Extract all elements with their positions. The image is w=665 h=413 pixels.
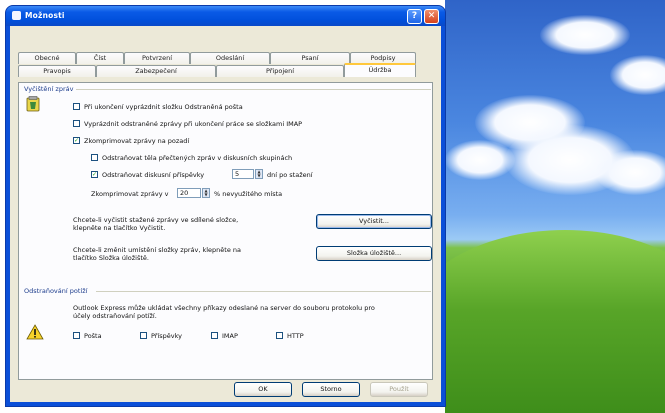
help-button[interactable]: ? xyxy=(407,9,422,24)
app-icon xyxy=(12,11,21,20)
store-folder-button[interactable]: Složka úložiště... xyxy=(316,246,432,261)
delete-read-bodies-checkbox[interactable] xyxy=(91,154,98,161)
store-folder-text: Chcete-li změnit umístění složky zpráv, … xyxy=(73,246,241,262)
window-title: Možnosti xyxy=(25,11,65,20)
days-suffix: dní po stažení xyxy=(267,171,313,179)
empty-deleted-checkbox[interactable] xyxy=(73,103,80,110)
compress-label: Zkomprimovat zprávy v xyxy=(91,190,169,198)
desktop-wallpaper xyxy=(445,0,665,413)
compress-spin-arrows[interactable]: ▲ ▼ xyxy=(202,188,210,198)
apply-button[interactable]: Použít xyxy=(370,382,428,397)
compress-spin-input[interactable]: 20 xyxy=(177,188,201,198)
tab-read[interactable]: Číst xyxy=(76,52,124,64)
purge-imap-label: Vyprázdnit odstraněné zprávy při ukončen… xyxy=(84,120,303,128)
tab-general[interactable]: Obecné xyxy=(18,52,76,64)
cloud xyxy=(540,15,630,55)
green-hill xyxy=(445,230,665,413)
tab-spelling[interactable]: Pravopis xyxy=(18,65,96,77)
compact-background-label: Zkomprimovat zprávy na pozadí xyxy=(84,137,190,145)
compress-suffix: % nevyužitého místa xyxy=(214,190,283,198)
clean-up-button[interactable]: Vyčistit... xyxy=(316,214,432,229)
cancel-button[interactable]: Storno xyxy=(302,382,360,397)
ok-button[interactable]: OK xyxy=(234,382,292,397)
log-http-checkbox[interactable] xyxy=(276,332,283,339)
tab-compose[interactable]: Psaní xyxy=(270,52,350,64)
days-spin-arrows[interactable]: ▲ ▼ xyxy=(255,169,263,179)
troubleshoot-text: Outlook Express může ukládat všechny pří… xyxy=(73,304,375,320)
log-news-checkbox[interactable] xyxy=(140,332,147,339)
tab-send[interactable]: Odeslání xyxy=(190,52,270,64)
log-imap-label: IMAP xyxy=(222,332,238,340)
warning-icon xyxy=(26,324,44,340)
title-bar[interactable]: Možnosti ? ✕ xyxy=(6,6,445,26)
troubleshoot-group-title: Odstraňování potíží xyxy=(24,287,88,295)
cloud xyxy=(595,150,665,195)
divider xyxy=(76,89,431,90)
cloud xyxy=(445,140,515,180)
delete-news-checkbox[interactable]: ✓ xyxy=(91,171,98,178)
tab-security[interactable]: Zabezpečení xyxy=(96,65,216,77)
purge-imap-checkbox[interactable] xyxy=(73,120,80,127)
compact-background-checkbox[interactable]: ✓ xyxy=(73,137,80,144)
tab-maintenance[interactable]: Údržba xyxy=(344,63,416,77)
cleanup-icon xyxy=(26,96,40,112)
log-http-label: HTTP xyxy=(287,332,304,340)
log-mail-label: Pošta xyxy=(84,332,102,340)
log-mail-checkbox[interactable] xyxy=(73,332,80,339)
close-button[interactable]: ✕ xyxy=(424,9,439,24)
cleanup-group-title: Vyčištění zpráv xyxy=(24,85,74,93)
delete-read-bodies-label: Odstraňovat těla přečtených zpráv v disk… xyxy=(102,154,293,162)
tab-receipts[interactable]: Potvrzení xyxy=(124,52,190,64)
log-imap-checkbox[interactable] xyxy=(211,332,218,339)
clean-up-text: Chcete-li vyčistit stažené zprávy ve sdí… xyxy=(73,216,239,232)
cloud xyxy=(610,55,665,95)
delete-news-label: Odstraňovat diskusní příspěvky xyxy=(102,171,205,179)
log-news-label: Příspěvky xyxy=(151,332,183,340)
empty-deleted-label: Při ukončení vyprázdnit složku Odstraněn… xyxy=(84,103,243,111)
divider xyxy=(96,291,431,292)
options-dialog: Možnosti ? ✕ Obecné Číst Potvrzení Odesl… xyxy=(6,6,445,406)
days-spin-input[interactable]: 5 xyxy=(232,169,254,179)
tab-connection[interactable]: Připojení xyxy=(216,65,344,77)
